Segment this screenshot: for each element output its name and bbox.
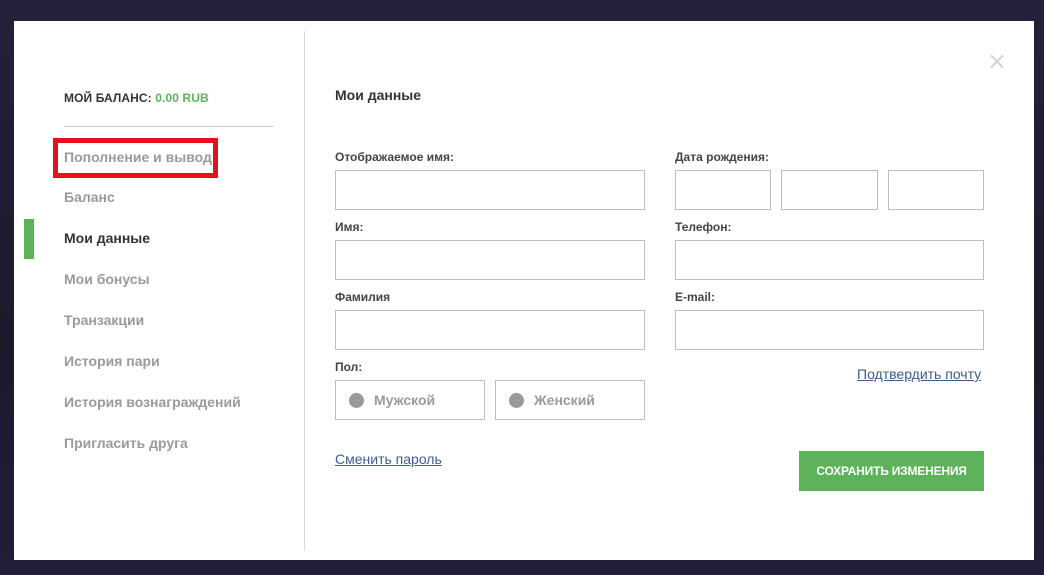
first-name-input[interactable] <box>335 240 645 280</box>
balance-display: МОЙ БАЛАНС: 0.00 RUB <box>64 91 209 105</box>
sidebar-item-bet-history[interactable]: История пари <box>64 351 160 371</box>
birth-year-input[interactable] <box>888 170 984 210</box>
last-name-label: Фамилия <box>335 290 391 304</box>
close-icon[interactable]: × <box>987 49 1007 73</box>
save-changes-button[interactable]: СОХРАНИТЬ ИЗМЕНЕНИЯ <box>799 451 984 491</box>
sidebar-item-transactions[interactable]: Транзакции <box>64 310 144 330</box>
profile-modal: × МОЙ БАЛАНС: 0.00 RUB Пополнение и выво… <box>14 21 1034 560</box>
sidebar-divider <box>64 126 274 127</box>
balance-amount: 0.00 RUB <box>155 91 209 105</box>
change-password-link[interactable]: Сменить пароль <box>335 451 442 467</box>
radio-unchecked-icon <box>509 392 524 408</box>
birth-day-input[interactable] <box>675 170 771 210</box>
gender-male-label: Мужской <box>374 392 436 408</box>
sidebar-item-invite-friend[interactable]: Пригласить друга <box>64 433 188 453</box>
content-divider <box>304 31 305 551</box>
gender-label: Пол: <box>335 360 363 374</box>
page-title: Мои данные <box>335 87 422 103</box>
gender-female-label: Женский <box>534 392 595 408</box>
phone-label: Телефон: <box>675 220 732 234</box>
account-sidebar: МОЙ БАЛАНС: 0.00 RUB Пополнение и вывод … <box>14 21 305 560</box>
confirm-email-link[interactable]: Подтвердить почту <box>857 366 981 382</box>
sidebar-item-my-bonuses[interactable]: Мои бонусы <box>64 269 150 289</box>
email-label: E-mail: <box>675 290 716 304</box>
gender-female-radio[interactable]: Женский <box>495 380 645 420</box>
email-input[interactable] <box>675 310 984 350</box>
display-name-input[interactable] <box>335 170 645 210</box>
sidebar-item-rewards-history[interactable]: История вознаграждений <box>64 392 241 412</box>
last-name-input[interactable] <box>335 310 645 350</box>
radio-unchecked-icon <box>349 392 364 408</box>
display-name-label: Отображаемое имя: <box>335 150 454 164</box>
sidebar-item-balance[interactable]: Баланс <box>64 187 115 207</box>
balance-label: МОЙ БАЛАНС: <box>64 91 152 105</box>
sidebar-item-my-data[interactable]: Мои данные <box>64 228 150 248</box>
birth-month-input[interactable] <box>781 170 878 210</box>
phone-input[interactable] <box>675 240 984 280</box>
birth-date-label: Дата рождения: <box>675 150 770 164</box>
gender-male-radio[interactable]: Мужской <box>335 380 485 420</box>
sidebar-item-deposit-withdraw[interactable]: Пополнение и вывод <box>53 138 218 178</box>
active-indicator <box>24 219 34 259</box>
first-name-label: Имя: <box>335 220 364 234</box>
